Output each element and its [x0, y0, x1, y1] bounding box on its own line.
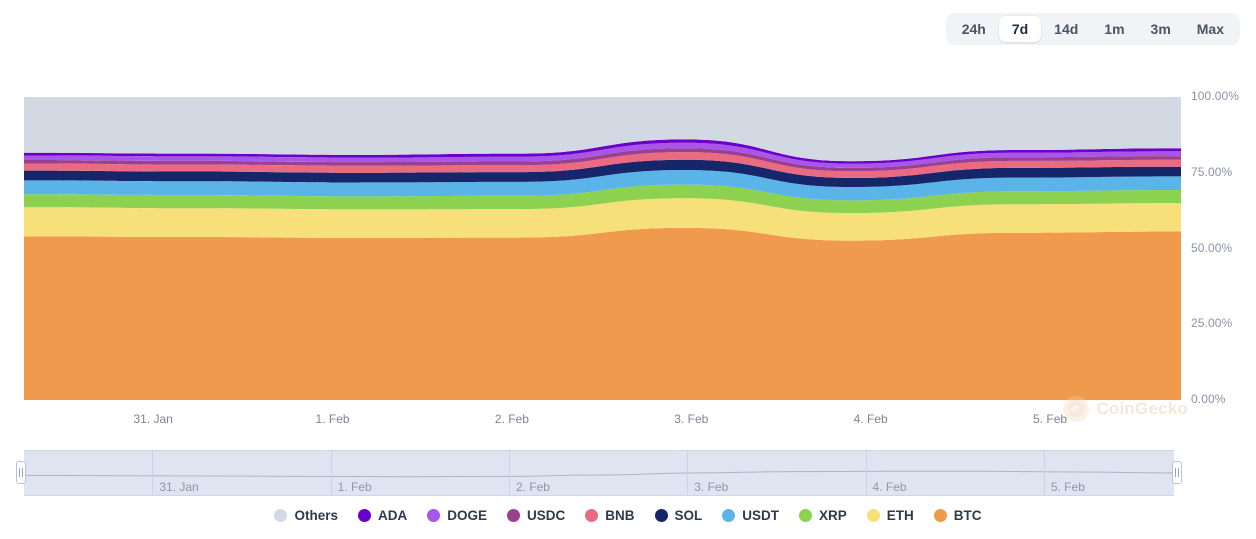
legend-item-bnb[interactable]: BNB: [585, 508, 635, 523]
legend-item-others[interactable]: Others: [274, 508, 338, 523]
y-axis-tick-label: 50.00%: [1191, 240, 1233, 255]
navigator-gridlines: 31. Jan 1. Feb 2. Feb 3. Feb 4. Feb 5. Feb: [24, 450, 1174, 496]
legend-swatch-usdt: [722, 509, 736, 522]
x-axis-tick-label: 3. Feb: [674, 412, 709, 426]
x-axis-tick-label: 5. Feb: [1033, 412, 1068, 426]
legend-swatch-btc: [933, 509, 947, 522]
range-button-1m[interactable]: 1m: [1091, 16, 1137, 42]
navigator-tick-label: 31. Jan: [159, 480, 199, 494]
y-axis-tick-label: 75.00%: [1191, 164, 1233, 179]
legend-item-btc[interactable]: BTC: [933, 508, 982, 523]
range-button-7d[interactable]: 7d: [998, 16, 1042, 42]
legend-swatch-bnb: [585, 509, 599, 522]
x-axis-tick-label: 4. Feb: [853, 412, 888, 426]
navigator-tick-label: 1. Feb: [337, 480, 372, 494]
x-axis-tick-label: 2. Feb: [494, 412, 529, 426]
plot-area[interactable]: [24, 97, 1181, 400]
navigator-gridline: [1043, 450, 1045, 496]
navigator-gridline: [330, 450, 332, 496]
y-axis-tick-label: 100.00%: [1191, 89, 1240, 103]
navigator-tick-label: 4. Feb: [872, 480, 907, 494]
x-axis-tick-label: 31. Jan: [133, 412, 173, 426]
navigator-right-handle[interactable]: [1172, 461, 1182, 484]
legend-item-doge[interactable]: DOGE: [427, 508, 487, 523]
legend-label: ETH: [886, 508, 914, 523]
y-axis-labels: 100.00% 75.00% 50.00% 25.00% 0.00%: [1191, 82, 1253, 415]
legend-item-ada[interactable]: ADA: [357, 508, 408, 523]
legend-label: XRP: [819, 508, 847, 523]
x-axis-labels: 31. Jan 1. Feb 2. Feb 3. Feb 4. Feb 5. Feb: [0, 412, 1256, 434]
x-axis-tick-label: 1. Feb: [315, 412, 350, 426]
legend-label: BNB: [605, 508, 635, 523]
stacked-area-chart[interactable]: CoinGecko 100.00% 75.00% 50.00% 25.00% 0.00%…: [0, 82, 1256, 432]
chart-legend[interactable]: Others ADA DOGE USDC BNB SOL USDT XRP ETH BTC: [0, 508, 1256, 523]
navigator-gridline: [152, 450, 154, 496]
area-band-btc: [24, 227, 1181, 400]
legend-label: USDT: [742, 508, 780, 523]
legend-label: BTC: [953, 508, 982, 523]
legend-swatch-doge: [427, 509, 441, 522]
navigator-gridline: [508, 450, 510, 496]
range-button-24h[interactable]: 24h: [949, 16, 999, 42]
legend-label: Others: [294, 508, 338, 523]
chart-navigator[interactable]: 31. Jan 1. Feb 2. Feb 3. Feb 4. Feb 5. Feb: [16, 450, 1182, 496]
legend-swatch-eth: [866, 509, 880, 522]
navigator-tick-label: 3. Feb: [694, 480, 729, 494]
range-selector[interactable]: 24h 7d 14d 1m 3m Max: [945, 13, 1240, 45]
y-axis-tick-label: 0.00%: [1191, 392, 1226, 406]
navigator-tick-label: 2. Feb: [515, 480, 550, 494]
range-button-14d[interactable]: 14d: [1041, 16, 1091, 42]
legend-item-eth[interactable]: ETH: [866, 508, 914, 523]
legend-item-sol[interactable]: SOL: [654, 508, 703, 523]
legend-swatch-others: [274, 509, 288, 522]
legend-item-usdt[interactable]: USDT: [722, 508, 779, 523]
legend-label: USDC: [526, 508, 566, 523]
area-series-group: [24, 97, 1181, 400]
legend-label: DOGE: [447, 508, 487, 523]
range-button-3m[interactable]: 3m: [1138, 16, 1184, 42]
legend-label: ADA: [377, 508, 408, 523]
legend-swatch-sol: [654, 509, 668, 522]
legend-swatch-usdc: [506, 509, 520, 522]
range-button-max[interactable]: Max: [1184, 16, 1237, 42]
legend-item-xrp[interactable]: XRP: [799, 508, 847, 523]
navigator-tick-label: 5. Feb: [1050, 480, 1085, 494]
navigator-gridline: [865, 450, 867, 496]
legend-swatch-ada: [357, 509, 371, 522]
navigator-gridline: [687, 450, 689, 496]
legend-item-usdc[interactable]: USDC: [506, 508, 566, 523]
legend-label: SOL: [674, 508, 703, 523]
y-axis-tick-label: 25.00%: [1191, 316, 1233, 331]
navigator-left-handle[interactable]: [16, 461, 26, 484]
legend-swatch-xrp: [799, 509, 813, 522]
